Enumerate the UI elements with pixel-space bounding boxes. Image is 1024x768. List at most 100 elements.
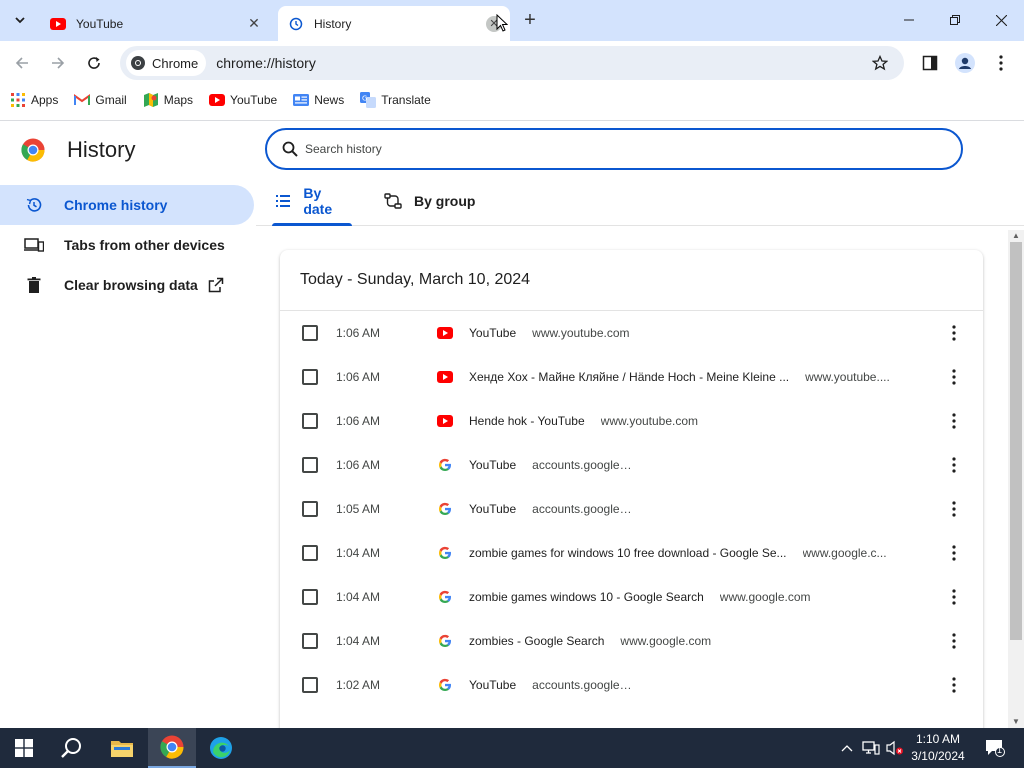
taskbar-file-explorer[interactable] (98, 728, 146, 768)
history-row[interactable]: 1:06 AM Хенде Хох - Майне Кляйне / Hände … (280, 355, 983, 399)
sidebar-item-clear-browsing-data[interactable]: Clear browsing data (0, 265, 254, 305)
history-row[interactable]: 1:04 AM zombie games windows 10 - Google … (280, 575, 983, 619)
address-bar[interactable]: Chrome chrome://history (120, 46, 904, 80)
tab-search-button[interactable] (8, 8, 32, 32)
entry-domain: accounts.google.com (532, 502, 632, 516)
bookmark-label: YouTube (230, 93, 278, 107)
scroll-down-arrow-icon[interactable]: ▼ (1012, 718, 1020, 726)
history-row[interactable]: 1:02 AM YouTube accounts.google.com (280, 663, 983, 707)
entry-title[interactable]: YouTube (469, 458, 516, 472)
entry-title[interactable]: zombies - Google Search (469, 634, 604, 648)
menu-button[interactable] (991, 53, 1011, 73)
more-actions-icon[interactable] (946, 369, 962, 385)
sidebar-item-label: Chrome history (64, 197, 168, 213)
network-icon (862, 741, 880, 755)
back-button[interactable] (10, 51, 34, 75)
row-checkbox[interactable] (302, 633, 318, 649)
sidebar-item-chrome-history[interactable]: Chrome history (0, 185, 254, 225)
url-text[interactable]: chrome://history (216, 55, 870, 71)
row-checkbox[interactable] (302, 545, 318, 561)
entry-title[interactable]: YouTube (469, 502, 516, 516)
bookmark-gmail[interactable]: Gmail (74, 92, 127, 108)
entry-link[interactable]: zombie games for windows 10 free downloa… (469, 546, 929, 560)
entry-link[interactable]: Hende hok - YouTube www.youtube.com (469, 414, 929, 428)
open-in-new-icon (208, 276, 226, 294)
bookmark-apps[interactable]: Apps (10, 92, 58, 108)
sidebar-item-label: Clear browsing data (64, 277, 198, 293)
close-tab-icon[interactable]: ✕ (246, 15, 262, 32)
entry-title[interactable]: Hende hok - YouTube (469, 414, 585, 428)
row-checkbox[interactable] (302, 325, 318, 341)
tab-youtube[interactable]: YouTube ✕ (40, 6, 270, 41)
bookmark-star-icon[interactable] (870, 53, 890, 73)
entry-link[interactable]: Хенде Хох - Майне Кляйне / Hände Hoch - … (469, 370, 929, 384)
network-button[interactable] (860, 728, 882, 768)
visit-time: 1:06 AM (336, 414, 381, 428)
sidebar-item-other-devices[interactable]: Tabs from other devices (0, 225, 254, 265)
more-actions-icon[interactable] (946, 589, 962, 605)
history-row[interactable]: 1:04 AM zombie games for windows 10 free … (280, 531, 983, 575)
history-row[interactable]: 1:04 AM zombies - Google Search www.google… (280, 619, 983, 663)
site-info-chip[interactable]: Chrome (126, 50, 207, 76)
scroll-up-arrow-icon[interactable]: ▲ (1012, 232, 1020, 240)
bookmark-translate[interactable]: G Translate (360, 92, 431, 108)
more-actions-icon[interactable] (946, 633, 962, 649)
history-row[interactable]: 1:06 AM YouTube www.youtube.com (280, 311, 983, 355)
row-checkbox[interactable] (302, 589, 318, 605)
reload-button[interactable] (82, 51, 106, 75)
show-hidden-icons-button[interactable] (838, 728, 856, 768)
search-input[interactable] (305, 142, 905, 156)
bookmark-youtube[interactable]: YouTube (209, 92, 277, 108)
close-window-button[interactable] (978, 0, 1024, 40)
notifications-button[interactable]: 1 (980, 728, 1010, 768)
history-row[interactable]: 1:06 AM Hende hok - YouTube www.youtube.co… (280, 399, 983, 443)
entry-title[interactable]: YouTube (469, 678, 516, 692)
more-actions-icon[interactable] (946, 413, 962, 429)
entry-title[interactable]: YouTube (469, 326, 516, 340)
row-checkbox[interactable] (302, 501, 318, 517)
system-clock[interactable]: 1:10 AM 3/10/2024 (900, 731, 976, 765)
entry-link[interactable]: zombie games windows 10 - Google Search w… (469, 590, 929, 604)
minimize-button[interactable] (886, 0, 932, 40)
taskbar-edge[interactable] (197, 728, 245, 768)
new-tab-button[interactable]: + (520, 9, 540, 31)
scrollbar-thumb[interactable] (1010, 242, 1022, 640)
more-actions-icon[interactable] (946, 325, 962, 341)
bookmark-maps[interactable]: Maps (143, 92, 193, 108)
history-row[interactable]: 1:06 AM YouTube accounts.google.com (280, 443, 983, 487)
bookmark-news[interactable]: News (293, 92, 344, 108)
row-checkbox[interactable] (302, 677, 318, 693)
more-actions-icon[interactable] (946, 677, 962, 693)
entry-title[interactable]: Хенде Хох - Майне Кляйне / Hände Hoch - … (469, 370, 789, 384)
side-panel-button[interactable] (920, 53, 940, 73)
bookmark-label: Maps (163, 93, 194, 107)
entry-link[interactable]: YouTube accounts.google.com (469, 502, 929, 516)
row-checkbox[interactable] (302, 413, 318, 429)
tab-history[interactable]: History ✕ (278, 6, 510, 41)
taskbar-chrome[interactable] (148, 728, 196, 768)
profile-button[interactable] (955, 53, 975, 73)
visit-time: 1:05 AM (336, 502, 381, 516)
scrollbar[interactable]: ▲ ▼ (1008, 230, 1024, 728)
search-box[interactable] (265, 128, 963, 170)
row-checkbox[interactable] (302, 457, 318, 473)
forward-button[interactable] (46, 51, 70, 75)
visit-time: 1:04 AM (336, 590, 381, 604)
restore-button[interactable] (932, 0, 978, 40)
history-row[interactable]: 1:05 AM YouTube accounts.google.com (280, 487, 983, 531)
more-actions-icon[interactable] (946, 457, 962, 473)
entry-title[interactable]: zombie games for windows 10 free downloa… (469, 546, 787, 560)
entry-link[interactable]: YouTube accounts.google.com (469, 458, 929, 472)
tab-by-group[interactable]: By group (384, 176, 504, 226)
entry-link[interactable]: YouTube accounts.google.com (469, 678, 929, 692)
tab-by-date[interactable]: By date (256, 176, 352, 226)
row-checkbox[interactable] (302, 369, 318, 385)
entry-link[interactable]: YouTube www.youtube.com (469, 326, 929, 340)
entry-link[interactable]: zombies - Google Search www.google.com (469, 634, 929, 648)
start-button[interactable] (0, 728, 48, 768)
more-actions-icon[interactable] (946, 501, 962, 517)
more-actions-icon[interactable] (946, 545, 962, 561)
taskbar-search-button[interactable] (48, 728, 96, 768)
entry-title[interactable]: zombie games windows 10 - Google Search (469, 590, 704, 604)
sidebar-item-label: Tabs from other devices (64, 237, 225, 253)
